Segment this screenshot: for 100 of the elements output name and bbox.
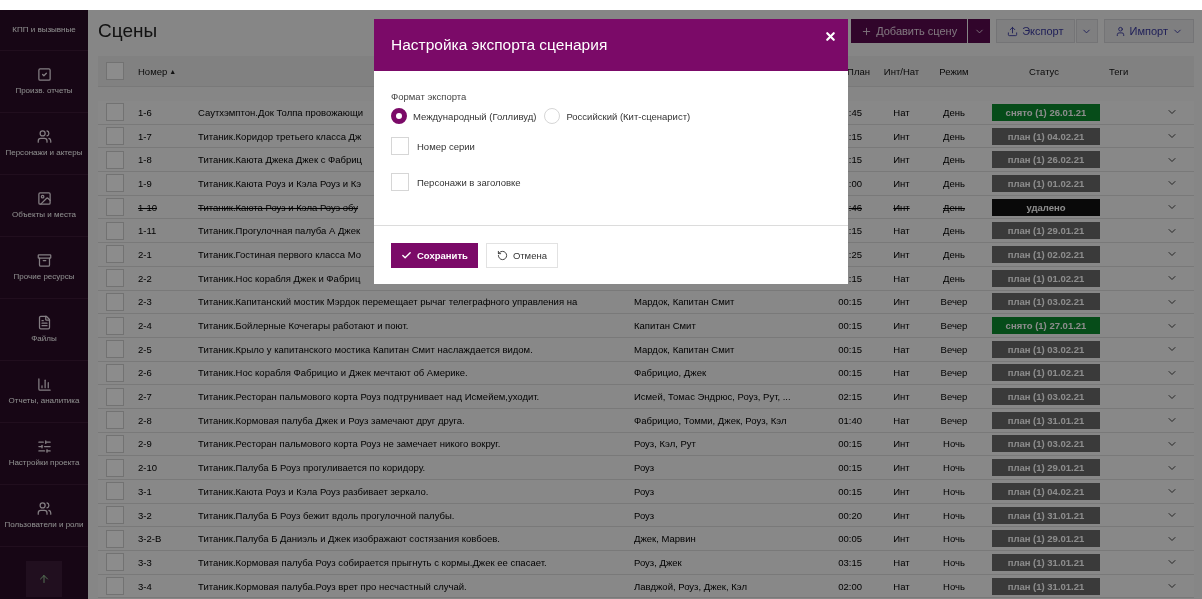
scene-number: 2-1 — [138, 248, 152, 260]
scene-number: 2-10 — [138, 462, 157, 474]
row-checkbox[interactable] — [106, 434, 124, 453]
row-checkbox[interactable] — [106, 482, 124, 501]
regime-cell: Вечер — [940, 320, 968, 332]
row-checkbox[interactable] — [106, 150, 124, 169]
status-badge: план (1) 29.01.21 — [992, 222, 1100, 240]
int-nat-cell: Инт — [893, 391, 910, 403]
add-scene-button[interactable]: Добавить сцену — [851, 19, 968, 43]
save-button[interactable]: Сохранить — [391, 243, 478, 268]
checkbox[interactable] — [391, 137, 409, 155]
row-checkbox[interactable] — [106, 103, 124, 122]
row-checkbox[interactable] — [106, 529, 124, 548]
scene-description: Титаник.Бойлерные Кочегары работают и поют. — [198, 320, 409, 332]
sidebar-item[interactable]: Произв. отчеты — [0, 51, 88, 113]
row-checkbox[interactable] — [106, 292, 124, 311]
sidebar-item[interactable]: Отчеты, аналитика — [0, 361, 88, 423]
row-checkbox[interactable] — [106, 269, 124, 288]
int-nat-cell: Инт — [893, 320, 910, 332]
column-header: Статус — [1029, 65, 1059, 77]
regime-cell: Вечер — [940, 343, 968, 355]
row-checkbox[interactable] — [106, 577, 124, 596]
row-checkbox[interactable] — [106, 340, 124, 359]
table-row[interactable]: 2-5 Титаник.Крыло у капитанского мостика Капитан Смит наслаждается видом. Мардок, Капитан Смит 00:15 Нат Вечер план (1) 03.02.21 — [98, 337, 1194, 362]
regime-cell: Вечер — [940, 414, 968, 426]
dropdown-button[interactable] — [968, 19, 991, 43]
table-row[interactable]: 3-3 Титаник.Кормовая палуба Роуз собирается прыгнуть с кормы.Джек ее спасает. Роуз, Джек 03:15 Нат Ночь план (1) 31.01.21 — [98, 551, 1194, 575]
int-nat-cell: Инт — [893, 177, 910, 189]
scene-number: 1-8 — [138, 154, 152, 166]
radio-button[interactable] — [391, 108, 407, 124]
user-icon — [1114, 25, 1126, 37]
table-row[interactable]: 2-7 Титаник.Ресторан пальмового корта Роуз подтрунивает над Исмейем,уходит. Исмей, Томас Эндрюс, Роуз, Рут, ... 02:15 Инт Вечер план (1) 03.02.21 — [98, 385, 1194, 409]
time-cell: 01:40 — [838, 414, 862, 426]
int-nat-cell: Инт — [893, 485, 910, 497]
status-badge: план (1) 01.02.21 — [992, 269, 1100, 287]
regime-cell: День — [943, 248, 965, 260]
document-icon — [36, 315, 52, 330]
row-checkbox[interactable] — [106, 198, 124, 217]
table-row[interactable]: 2-6 Титаник.Нос корабля Фабрицио и Джек мечтают об Америке. Фабрицио, Джек 00:15 Нат Вечер план (1) 01.02.21 — [98, 361, 1194, 386]
upload-icon — [1007, 25, 1019, 37]
characters-cell: Фабрицио, Джек — [634, 367, 707, 379]
regime-cell: Ночь — [943, 509, 965, 521]
select-all-checkbox[interactable] — [106, 62, 124, 80]
sidebar-item[interactable]: КПП и вызывные — [0, 10, 88, 51]
radio-option[interactable]: Российский (Кит-сценарист) — [544, 108, 691, 124]
table-row[interactable]: 3-2-В Титаник.Палуба Б Даниэль и Джек изображают состязания ковбоев. Джек, Марвин 00:05 Инт Ночь план (1) 29.01.21 — [98, 527, 1194, 552]
time-cell: :46 — [848, 201, 862, 213]
table-row[interactable]: 2-10 Титаник.Палуба Б Роуз прогуливается по коридору. Роуз 00:15 Инт Ночь план (1) 29.01.21 — [98, 456, 1194, 480]
sidebar-item[interactable]: Пользователи и роли — [0, 485, 88, 547]
row-checkbox[interactable] — [106, 221, 124, 240]
scene-description: Титаник.Крыло у капитанского мостика Капитан Смит наслаждается видом. — [198, 343, 533, 355]
table-row[interactable]: 3-2 Титаник.Палуба Б Роуз бежит вдоль прогулочной палубы. Роуз 00:20 Инт Ночь план (1) 31.01.21 — [98, 503, 1194, 528]
people-icon — [36, 129, 52, 144]
table-row[interactable]: 3-4 Титаник.Кормовая палуба.Роуз врет про несчастный случай. Лавджой, Роуз, Джек, Кэл 02:00 Нат Ночь план (1) 31.01.21 — [98, 574, 1194, 599]
row-checkbox[interactable] — [106, 506, 124, 525]
radio-label: Международный (Голливуд) — [413, 110, 537, 122]
scene-description: Титаник.Кормовая палуба.Роуз врет про несчастный случай. — [198, 580, 467, 592]
sidebar-item[interactable]: Файлы — [0, 299, 88, 361]
scene-number: 3-2 — [138, 509, 152, 521]
table-row[interactable]: 3-1 Титаник.Каюта Роуз и Кэла Роуз разбивает зеркало. Роуз 00:15 Инт Ночь план (1) 04.02.21 — [98, 480, 1194, 504]
table-row[interactable]: 2-3 Титаник.Капитанский мостик Мэрдок перемещает рычаг телеграфного управления на Мардок, Капитан Смит 00:15 Инт Вечер план (1) 03.02.21 — [98, 290, 1194, 315]
row-checkbox[interactable] — [106, 387, 124, 406]
row-checkbox[interactable] — [106, 411, 124, 430]
sidebar-item[interactable]: Прочие ресурсы — [0, 237, 88, 299]
characters-cell: Роуз — [634, 462, 655, 474]
table-row[interactable]: 2-8 Титаник.Кормовая палуба Джек и Роуз замечают друг друга. Фабрицио, Томми, Джек, Роуз, Кэл 01:40 Нат Вечер план (1) 31.01.21 — [98, 408, 1194, 433]
sidebar-item[interactable]: Персонажи и актеры — [0, 113, 88, 175]
sidebar-item[interactable]: Настройки проекта — [0, 423, 88, 485]
row-checkbox[interactable] — [106, 316, 124, 335]
time-cell: 00:05 — [838, 533, 862, 545]
export-button[interactable]: Экспорт — [996, 19, 1075, 43]
scroll-up-button[interactable] — [26, 561, 62, 597]
checkbox[interactable] — [391, 173, 409, 191]
regime-cell: День — [943, 177, 965, 189]
radio-option[interactable]: Международный (Голливуд) — [391, 108, 537, 124]
scene-number: 2-5 — [138, 343, 152, 355]
row-checkbox[interactable] — [106, 363, 124, 382]
scene-number: 1-9 — [138, 177, 152, 189]
scene-number: 2-4 — [138, 320, 152, 332]
time-cell: 00:15 — [838, 438, 862, 450]
import-button[interactable]: Импорт — [1103, 19, 1194, 43]
table-row[interactable]: 2-9 Титаник.Ресторан пальмового корта Роуз не замечает никого вокруг. Роуз, Кэл, Рут 00:15 Инт Ночь план (1) 03.02.21 — [98, 432, 1194, 457]
table-row[interactable]: 2-4 Титаник.Бойлерные Кочегары работают и поют. Капитан Смит 00:15 Инт Вечер снято (1) 27.01.21 — [98, 314, 1194, 338]
row-checkbox[interactable] — [106, 553, 124, 572]
int-nat-cell: Нат — [893, 225, 910, 237]
status-badge: план (1) 01.02.21 — [992, 174, 1100, 192]
plus-icon — [861, 25, 873, 37]
cancel-button[interactable]: Отмена — [485, 243, 558, 268]
status-badge: план (1) 29.01.21 — [992, 459, 1100, 477]
sidebar-item[interactable]: Объекты и места — [0, 175, 88, 237]
row-checkbox[interactable] — [106, 127, 124, 146]
time-cell: 00:20 — [838, 509, 862, 521]
time-cell: 00:15 — [838, 343, 862, 355]
characters-cell: Капитан Смит — [634, 320, 696, 332]
characters-cell: Мардок, Капитан Смит — [634, 296, 735, 308]
row-checkbox[interactable] — [106, 245, 124, 264]
row-checkbox[interactable] — [106, 174, 124, 193]
status-badge: план (1) 31.01.21 — [992, 411, 1100, 429]
row-checkbox[interactable] — [106, 458, 124, 477]
dialog-title: Настройка экспорта сценария — [391, 36, 608, 54]
